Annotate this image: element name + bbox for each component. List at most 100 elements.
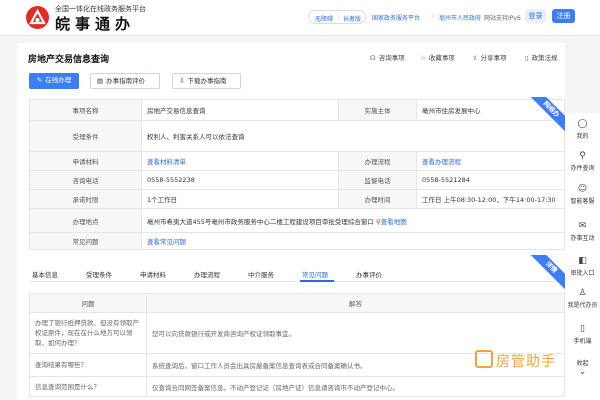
headset-icon: ☊	[370, 54, 376, 62]
review-icon: ▤	[97, 77, 104, 85]
location-value: 亳州市希夷大道455号亳州市政务服务中心二楼工程建设项目审批受理综合窗口	[147, 217, 374, 226]
active-tab-indicator	[300, 280, 334, 282]
table-row: 信息查询范围是什么？ 仅查询合同网签备案信息。不动产登记证（房地产证）信息请咨询…	[29, 376, 565, 397]
page-title: 房地产交易信息查询	[28, 55, 110, 65]
sidebar-label: 我的	[576, 133, 589, 140]
answer-header: 解答	[146, 293, 565, 313]
promise-label: 承诺时限	[29, 189, 142, 209]
online-apply-label: 在线办理	[45, 76, 72, 84]
table-header-row: 问题 解答	[29, 293, 565, 313]
floating-sidebar: ◯ 我的 ⚲ 办件查询 ☺ 智能客服 ✉ 办事互动 ◧ 审批入口 ♙ 我是代办员 ▯ 手机端 …	[565, 113, 600, 400]
bookmark-icon: ▯	[525, 54, 529, 62]
online-apply-button[interactable]: ✎ 在线办理	[29, 73, 79, 89]
guide-review-button[interactable]: ▤ 办事指南评价	[90, 73, 160, 89]
elder-mode-link[interactable]: 长者版	[343, 14, 361, 23]
share-icon: ⇪	[472, 54, 478, 62]
sidebar-label: 办事互动	[570, 235, 595, 242]
tab-conditions[interactable]: 受理条件	[86, 269, 112, 279]
answer-cell: 仅查询合同网签备案信息。不动产登记证（房地产证）信息请咨询市不动产登记中心。	[146, 376, 565, 397]
detail-ribbon: 详情	[531, 255, 565, 289]
watermark-icon	[475, 350, 493, 368]
sidebar-label: 我是代办员	[567, 302, 598, 309]
sidebar-item-service[interactable]: ☺ 智能客服	[565, 184, 600, 205]
sidebar-item-mine[interactable]: ◯ 我的	[565, 119, 600, 140]
sidebar-item-interaction[interactable]: ✉ 办事互动	[565, 221, 600, 242]
sidebar-item-collapse[interactable]: 收起 ⌄	[565, 358, 600, 379]
process-label: 办理流程	[338, 151, 417, 171]
tab-evaluation[interactable]: 办事评价	[356, 269, 382, 279]
tab-process[interactable]: 办理流程	[194, 269, 220, 279]
location-label: 办理地点	[29, 208, 142, 233]
share-action[interactable]: ⇪ 分享事项	[472, 52, 506, 62]
accessibility-pill: 无障碍 | 长者版	[308, 10, 366, 24]
faq-link[interactable]: 查看常见问题	[147, 238, 186, 246]
consult-label: 咨询事项	[378, 54, 405, 62]
tab-agency[interactable]: 中介服务	[248, 269, 274, 279]
share-label: 分享事项	[480, 54, 507, 62]
link-separator: |	[432, 13, 435, 20]
register-button[interactable]: 注册	[552, 9, 575, 23]
sidebar-label: 智能客服	[570, 198, 595, 205]
collapse-icon: ⌄	[578, 367, 587, 377]
sidebar-item-agent[interactable]: ♙ 我是代办员	[565, 288, 600, 309]
question-cell: 办理了银行抵押贷款、但没有领取产权证原件，现在在什么地方可以领取、如何办理？	[29, 312, 147, 354]
online-ribbon-text: 网络办	[531, 97, 565, 131]
tab-basic-info[interactable]: 基本信息	[32, 269, 58, 279]
online-ribbon: 网络办	[531, 97, 565, 131]
download-icon: ⇩	[179, 77, 185, 85]
login-button[interactable]: 登录	[525, 9, 546, 23]
table-row: 承诺时限 1个工作日 办理时间 工作日 上午08:30-12:00，下午14:0…	[29, 189, 565, 209]
site-title: 皖事通办	[55, 15, 136, 33]
item-name-label: 事项名称	[29, 99, 142, 121]
favorite-label: 收藏事项	[428, 54, 455, 62]
tab-materials[interactable]: 申请材料	[140, 269, 166, 279]
chat-icon: ✉	[578, 221, 587, 231]
supervise-label: 监督电话	[338, 170, 417, 190]
phone-icon: ▯	[580, 324, 585, 334]
map-link[interactable]: 查看地图	[381, 218, 407, 226]
policy-action[interactable]: ▯ 政策法规	[525, 52, 558, 62]
hours-label: 办理时间	[338, 189, 417, 209]
sidebar-label: 审批入口	[570, 270, 595, 277]
national-platform-link[interactable]: 国家政务服务平台	[372, 13, 420, 22]
conditions-label: 受理条件	[29, 120, 142, 152]
hotline-value: 0558-5552238	[141, 170, 339, 190]
sidebar-label: 办件查询	[570, 165, 595, 172]
faq-label: 常见问题	[29, 232, 142, 250]
agent-icon: ♙	[578, 288, 587, 298]
promise-value: 1个工作日	[141, 189, 339, 209]
service-info-table: 事项名称 房地产交易信息查询 实施主体 亳州市住房发展中心 受理条件 权利人、利…	[29, 99, 565, 250]
download-guide-button[interactable]: ⇩ 下载办事指南	[172, 73, 241, 89]
table-row: 办理了银行抵押贷款、但没有领取产权证原件，现在在什么地方可以领取、如何办理？ 您…	[29, 312, 565, 354]
user-icon: ◯	[577, 119, 588, 129]
hotline-label: 咨询电话	[29, 170, 142, 190]
accessibility-link[interactable]: 无障碍	[315, 14, 333, 23]
sidebar-label: 收起	[576, 360, 589, 367]
site-logo-icon[interactable]	[26, 6, 49, 29]
guide-review-label: 办事指南评价	[106, 77, 146, 85]
sidebar-item-query[interactable]: ⚲ 办件查询	[565, 151, 600, 172]
ipv6-notice: 网站支持IPv6	[484, 15, 521, 22]
favorite-action[interactable]: ☆ 收藏事项	[420, 52, 455, 62]
policy-label: 政策法规	[531, 54, 558, 62]
search-icon: ⚲	[579, 151, 586, 161]
tab-faq[interactable]: 常见问题	[302, 269, 328, 279]
materials-link[interactable]: 查看材料清单	[147, 158, 186, 166]
table-row: 事项名称 房地产交易信息查询 实施主体 亳州市住房发展中心	[29, 99, 565, 121]
consult-action[interactable]: ☊ 咨询事项	[370, 52, 405, 62]
table-row: 咨询电话 0558-5552238 监督电话 0558-5521284	[29, 170, 565, 190]
download-guide-label: 下载办事指南	[187, 77, 227, 85]
site-header: 全国一体化在线政务服务平台 皖事通办 无障碍 | 长者版 国家政务服务平台 | …	[0, 0, 600, 36]
question-cell: 查询结果有哪些？	[29, 353, 147, 377]
question-header: 问题	[29, 293, 147, 313]
city-government-link[interactable]: 亳州市人民政府	[439, 13, 481, 22]
hours-value: 工作日 上午08:30-12:00，下午14:00-17:30	[416, 189, 565, 209]
sidebar-item-approval[interactable]: ◧ 审批入口	[565, 256, 600, 277]
sidebar-label: 手机端	[573, 338, 592, 345]
process-link[interactable]: 查看办理流程	[422, 158, 461, 166]
sidebar-item-mobile[interactable]: ▯ 手机端	[565, 324, 600, 345]
pill-separator: |	[338, 14, 341, 21]
subject-label: 实施主体	[338, 99, 417, 121]
supervise-value: 0558-5521284	[416, 170, 565, 190]
watermark: 房管助手	[496, 354, 556, 370]
